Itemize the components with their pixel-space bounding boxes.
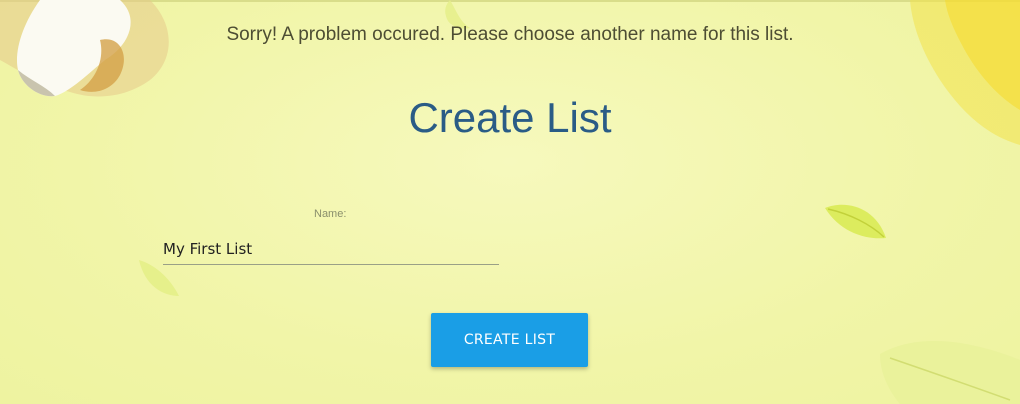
- create-list-button[interactable]: CREATE LIST: [431, 313, 588, 367]
- page-title: Create List: [408, 94, 612, 141]
- leaf-decoration: [825, 204, 886, 239]
- name-input[interactable]: [163, 234, 499, 265]
- error-message: Sorry! A problem occured. Please choose …: [226, 24, 794, 45]
- name-label: Name:: [314, 208, 347, 220]
- leaf-decoration: [880, 341, 1020, 404]
- background: Sorry! A problem occured. Please choose …: [0, 0, 1020, 404]
